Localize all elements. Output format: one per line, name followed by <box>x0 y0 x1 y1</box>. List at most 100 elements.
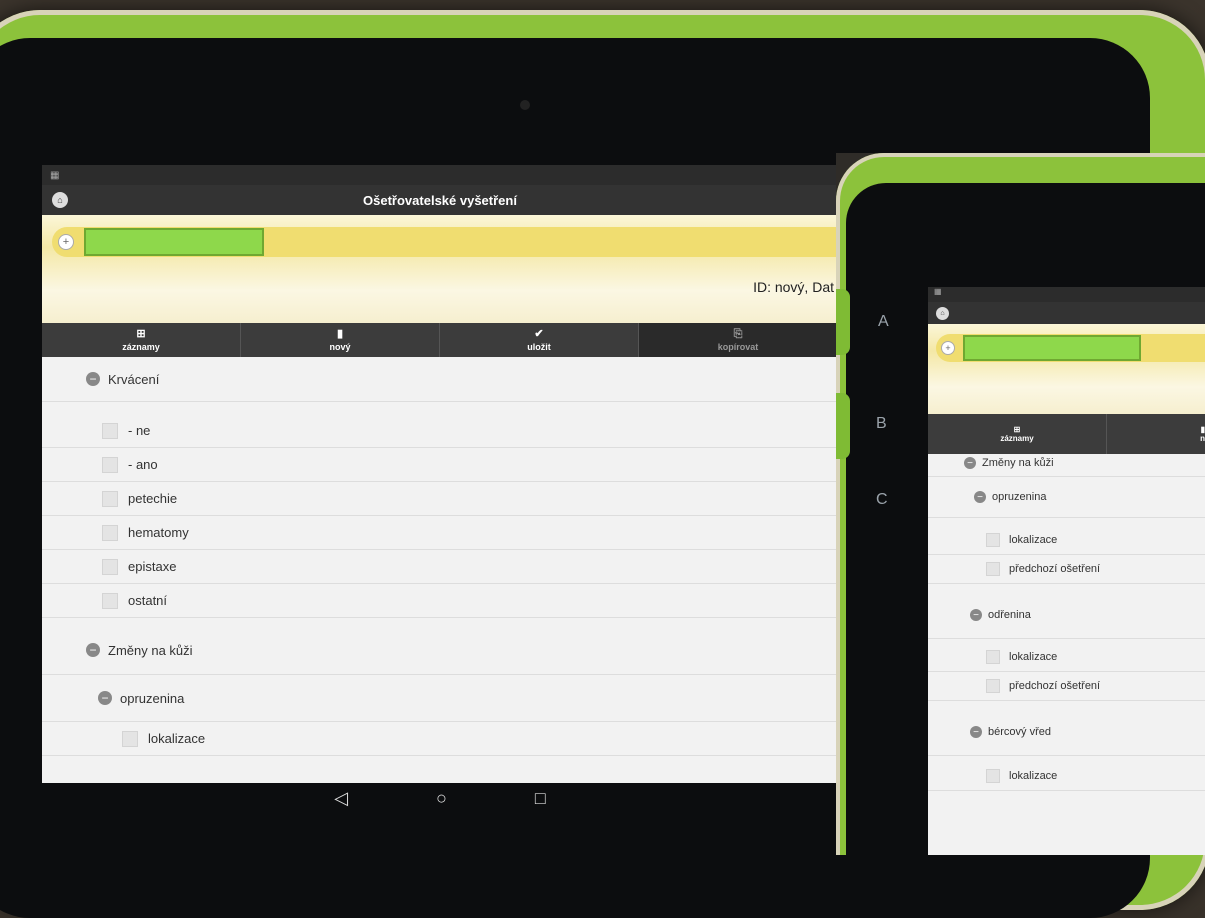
page-title: Ošetřovatelské vyšetření <box>363 192 517 208</box>
check-icon: ✔ <box>534 328 544 340</box>
list-item[interactable]: epistaxe <box>42 550 838 584</box>
inset-status-bar: ▦ <box>928 287 1205 302</box>
new-button[interactable]: ▮ n <box>1107 414 1205 454</box>
subsection-opruzenina[interactable]: − opruzenina <box>928 477 1205 518</box>
option-label: lokalizace <box>1009 770 1058 782</box>
section-label: Změny na kůži <box>982 457 1054 469</box>
option-label: lokalizace <box>1009 651 1058 663</box>
option-label: předchozí ošetření <box>1009 563 1101 575</box>
option-label: - ne <box>128 423 151 438</box>
list-item[interactable]: hematomy <box>42 516 838 550</box>
list-icon: ⊞ <box>136 328 146 340</box>
subsection-label: odřenina <box>988 609 1031 621</box>
option-label: lokalizace <box>148 731 206 746</box>
section-skin-changes[interactable]: − Změny na kůži <box>928 450 1205 477</box>
recents-icon[interactable]: □ <box>535 788 546 809</box>
expand-plus-icon[interactable]: + <box>941 341 955 355</box>
copy-label: kopírovat <box>717 342 759 352</box>
save-label: uložit <box>527 342 551 352</box>
checkbox[interactable] <box>986 533 1000 547</box>
patient-header: + ID: nový, Dat <box>42 215 838 323</box>
status-app-icon: ▦ <box>50 169 60 181</box>
side-label-a: A <box>878 313 889 330</box>
section-bleeding[interactable]: − Krvácení <box>42 357 838 402</box>
camera-icon <box>520 100 530 110</box>
checkbox[interactable] <box>122 730 138 747</box>
option-label: ostatní <box>128 593 168 608</box>
checkbox[interactable] <box>102 524 118 541</box>
checkbox[interactable] <box>986 769 1000 783</box>
option-label: - ano <box>128 457 158 472</box>
list-item[interactable]: lokalizace <box>42 722 838 756</box>
option-label: petechie <box>128 491 178 506</box>
copy-icon: ⎘ <box>733 328 743 340</box>
side-button-b <box>836 393 850 459</box>
checkbox[interactable] <box>986 562 1000 576</box>
records-button[interactable]: ⊞ záznamy <box>42 323 241 357</box>
android-nav-bar: ◁ ○ □ <box>42 783 838 813</box>
patient-name-redacted <box>84 228 264 256</box>
copy-button[interactable]: ⎘ kopírovat <box>639 323 838 357</box>
list-item[interactable]: lokalizace <box>928 762 1205 791</box>
records-label: záznamy <box>122 342 160 352</box>
checkbox[interactable] <box>102 490 118 507</box>
record-id: ID: nový, Dat <box>753 279 834 295</box>
checkbox[interactable] <box>986 650 1000 664</box>
expand-plus-icon[interactable]: + <box>58 234 74 250</box>
new-button[interactable]: ▮ nový <box>241 323 440 357</box>
home-icon[interactable]: ⌂ <box>936 306 949 320</box>
subsection-label: opruzenina <box>992 491 1047 503</box>
list-item[interactable]: předchozí ošetření <box>928 672 1205 701</box>
inset-action-bar: ⌂ <box>928 302 1205 324</box>
checkbox[interactable] <box>102 422 118 439</box>
inset-toolbar: ⊞ záznamy ▮ n <box>928 414 1205 454</box>
collapse-minus-icon[interactable]: − <box>86 372 100 386</box>
option-label: předchozí ošetření <box>1009 680 1101 692</box>
new-label: nový <box>329 342 351 352</box>
subsection-bercovy-vred[interactable]: − bércový vřed <box>928 709 1205 756</box>
checkbox[interactable] <box>102 592 118 609</box>
subsection-label: bércový vřed <box>988 726 1051 738</box>
new-document-icon: ▮ <box>336 328 344 340</box>
subsection-opruzenina[interactable]: − opruzenina <box>42 675 838 722</box>
checkbox[interactable] <box>102 456 118 473</box>
form-list: − Krvácení - ne - ano petechie hematomy … <box>42 357 838 756</box>
collapse-minus-icon[interactable]: − <box>974 491 986 503</box>
collapse-minus-icon[interactable]: − <box>86 643 100 657</box>
subsection-label: opruzenina <box>120 690 185 706</box>
list-item[interactable]: - ano <box>42 448 838 482</box>
toolbar: ⊞ záznamy ▮ nový ✔ uložit ⎘ kopírovat <box>42 323 838 357</box>
patient-bar[interactable]: + <box>52 227 838 257</box>
side-label-c: C <box>876 491 888 508</box>
list-icon: ⊞ <box>1013 425 1021 434</box>
tablet-screen: ▦ ⌂ Ošetřovatelské vyšetření + ID: nový,… <box>42 165 838 783</box>
section-label: Změny na kůži <box>108 642 193 658</box>
list-item[interactable]: předchozí ošetření <box>928 555 1205 584</box>
inset-patient-header: + <box>928 324 1205 414</box>
home-circle-icon[interactable]: ○ <box>436 788 447 809</box>
list-item[interactable]: - ne <box>42 414 838 448</box>
option-label: lokalizace <box>1009 534 1058 546</box>
checkbox[interactable] <box>102 558 118 575</box>
collapse-minus-icon[interactable]: − <box>964 457 976 469</box>
list-item[interactable]: lokalizace <box>928 526 1205 555</box>
inset-photo: A B C ▦ ⌂ + ⊞ záznamy ▮ n − Změny na kůž… <box>836 153 1205 855</box>
records-button[interactable]: ⊞ záznamy <box>928 414 1107 454</box>
side-label-b: B <box>876 415 887 432</box>
collapse-minus-icon[interactable]: − <box>98 691 112 705</box>
option-label: hematomy <box>128 525 189 540</box>
collapse-minus-icon[interactable]: − <box>970 609 982 621</box>
list-item[interactable]: lokalizace <box>928 643 1205 672</box>
save-button[interactable]: ✔ uložit <box>440 323 639 357</box>
collapse-minus-icon[interactable]: − <box>970 726 982 738</box>
section-label: Krvácení <box>108 371 160 387</box>
section-skin-changes[interactable]: − Změny na kůži <box>42 626 838 675</box>
list-item[interactable]: petechie <box>42 482 838 516</box>
inset-patient-bar[interactable]: + <box>936 334 1205 362</box>
back-icon[interactable]: ◁ <box>334 788 348 809</box>
list-item[interactable]: ostatní <box>42 584 838 618</box>
action-bar: ⌂ Ošetřovatelské vyšetření <box>42 185 838 215</box>
subsection-odrenina[interactable]: − odřenina <box>928 592 1205 639</box>
checkbox[interactable] <box>986 679 1000 693</box>
inset-screen: ▦ ⌂ + ⊞ záznamy ▮ n − Změny na kůži − op… <box>928 287 1205 855</box>
